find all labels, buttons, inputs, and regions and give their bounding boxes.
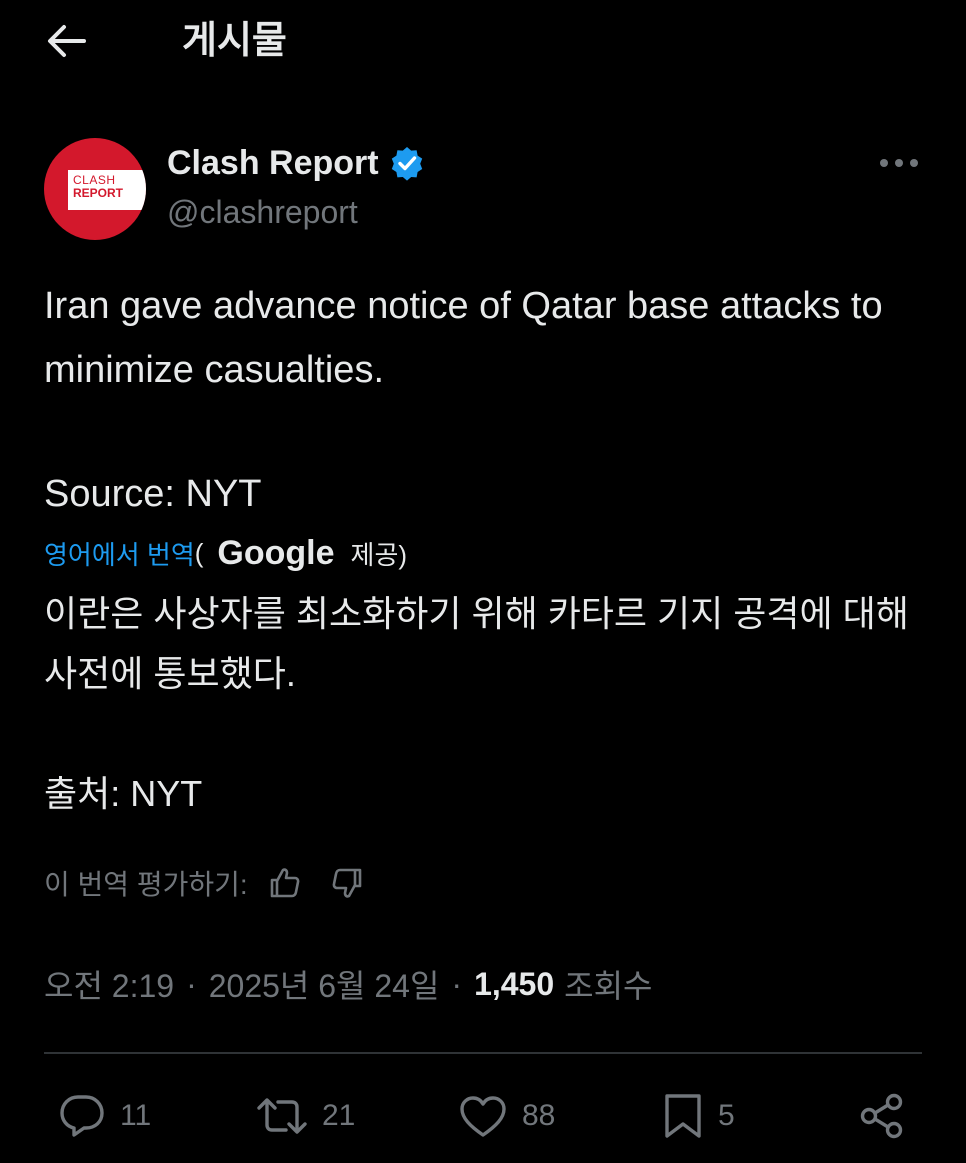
views-count[interactable]: 1,450 [474, 966, 554, 1003]
post-date[interactable]: 2025년 6월 24일 [209, 961, 440, 1007]
post-meta: 오전 2:19 · 2025년 6월 24일 · 1,450 조회수 [44, 960, 652, 1008]
arrow-left-icon [48, 25, 86, 57]
translation-attribution: 영어에서 번역 ( Google 제공) [44, 530, 407, 576]
reply-button[interactable]: 11 [58, 1086, 151, 1146]
avatar[interactable]: CLASH REPORT [44, 138, 146, 240]
author-row: CLASH REPORT Clash Report @clashreport [44, 138, 924, 242]
translated-source: 출처: NYT [44, 773, 203, 814]
repost-icon [257, 1098, 307, 1134]
more-horizontal-icon [880, 159, 918, 167]
translated-body: 이란은 사상자를 최소화하기 위해 카타르 기지 공격에 대해 사전에 통보했다… [44, 593, 909, 694]
top-bar: 게시물 [0, 0, 966, 86]
like-count: 88 [522, 1099, 556, 1132]
rate-translation-row: 이 번역 평가하기: [44, 860, 366, 906]
rate-translation-label: 이 번역 평가하기: [44, 869, 248, 900]
reply-count: 11 [120, 1099, 152, 1132]
bookmark-button[interactable]: 5 [662, 1086, 735, 1146]
translated-text: 이란은 사상자를 최소화하기 위해 카타르 기지 공격에 대해 사전에 통보했다… [44, 584, 934, 824]
repost-count: 21 [322, 1099, 356, 1132]
bookmark-icon [665, 1094, 701, 1138]
action-bar: 11 21 88 5 [44, 1086, 924, 1146]
more-options-button[interactable] [874, 148, 924, 178]
open-paren: ( [194, 537, 204, 568]
avatar-logo-line2: REPORT [73, 186, 124, 200]
author-handle[interactable]: @clashreport [167, 190, 425, 234]
post-time[interactable]: 오전 2:19 [44, 961, 174, 1007]
meta-separator: · [186, 965, 197, 1002]
tweet-body: Iran gave advance notice of Qatar base a… [44, 285, 883, 391]
thumbs-down-icon[interactable] [328, 864, 366, 902]
page-title: 게시물 [182, 20, 287, 62]
meta-separator: · [451, 965, 463, 1002]
reply-icon [60, 1095, 104, 1137]
share-button[interactable] [858, 1086, 906, 1146]
provided-label: 제공) [350, 539, 408, 570]
verified-badge-icon [391, 147, 423, 181]
like-button[interactable]: 88 [458, 1086, 555, 1146]
author-name-block: Clash Report @clashreport [167, 140, 425, 234]
google-logo: Google [217, 533, 335, 572]
translated-from-link[interactable]: 영어에서 번역 [44, 535, 195, 572]
thumbs-up-icon[interactable] [266, 864, 304, 902]
bookmark-count: 5 [718, 1099, 735, 1132]
divider [44, 1052, 922, 1054]
tweet-text: Iran gave advance notice of Qatar base a… [44, 274, 924, 526]
back-button[interactable] [40, 18, 92, 64]
heart-icon [460, 1096, 506, 1137]
author-display-name[interactable]: Clash Report [167, 140, 379, 186]
share-icon [860, 1093, 903, 1139]
views-label: 조회수 [564, 968, 653, 1004]
clash-report-logo: CLASH REPORT [68, 170, 146, 210]
tweet-source: Source: NYT [44, 473, 262, 515]
repost-button[interactable]: 21 [256, 1086, 355, 1146]
